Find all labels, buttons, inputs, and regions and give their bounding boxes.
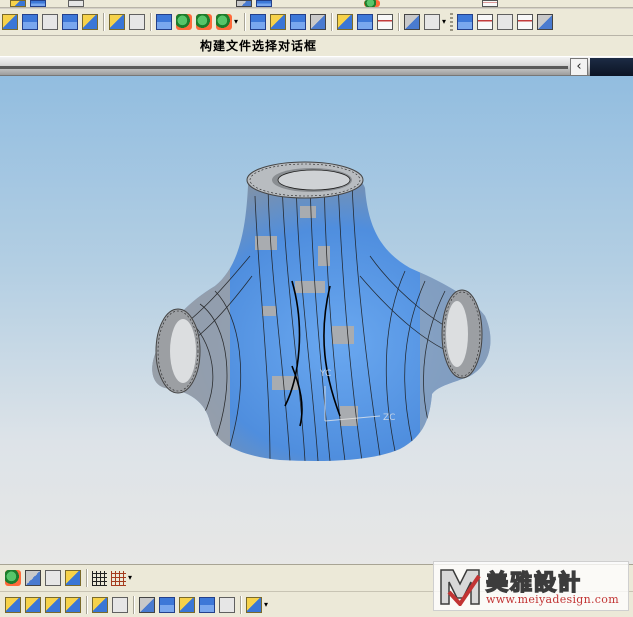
filter-icon[interactable]	[45, 570, 61, 586]
sheet-view-icon[interactable]	[517, 14, 533, 30]
grid-icon[interactable]	[92, 570, 107, 586]
nx-window: ▾ ▾ 构建文件选择对话框 ‹ ZC YC ▾ ▾ 美雅設計 www.meiya…	[0, 0, 633, 617]
toolbar-separator	[398, 13, 399, 31]
vase-left-opening[interactable]	[155, 308, 201, 394]
toolbar-separator	[244, 13, 245, 31]
toolbar-separator	[150, 13, 151, 31]
dropdown-arrow-icon[interactable]: ▾	[442, 18, 449, 26]
graphics-viewport[interactable]: ZC YC	[0, 76, 633, 564]
save-icon[interactable]	[22, 14, 38, 30]
title-strip-line	[0, 66, 568, 69]
partial-icon[interactable]	[30, 0, 46, 7]
snap-icon[interactable]	[25, 570, 41, 586]
partial-icon[interactable]	[256, 0, 272, 7]
file-open-icon[interactable]	[2, 14, 18, 30]
rotate-icon[interactable]	[497, 14, 513, 30]
brand-watermark: 美雅設計 www.meiyadesign.com	[433, 561, 629, 611]
partial-icon[interactable]	[236, 0, 252, 7]
view-b-icon[interactable]	[159, 596, 175, 613]
view-d-icon[interactable]	[199, 596, 215, 613]
toolbar-separator	[331, 13, 332, 31]
toolbar-separator	[86, 569, 87, 587]
layer-icon[interactable]	[62, 14, 78, 30]
toolbar-separator	[240, 595, 241, 614]
vase-model[interactable]: ZC YC	[0, 76, 633, 564]
partial-icon[interactable]	[364, 0, 380, 7]
feature-icon[interactable]	[156, 14, 172, 30]
analysis-icon[interactable]	[310, 14, 326, 30]
feature-b-icon[interactable]	[25, 596, 41, 613]
partial-icon[interactable]	[68, 0, 84, 7]
display-icon[interactable]	[404, 14, 420, 30]
dropdown-arrow-icon[interactable]: ▾	[234, 18, 241, 26]
partial-icon[interactable]	[10, 0, 26, 7]
box-icon[interactable]	[82, 14, 98, 30]
render-icon[interactable]	[337, 14, 353, 30]
solid-icon[interactable]	[129, 14, 145, 30]
datum-icon[interactable]	[196, 14, 212, 30]
toolbar-separator	[133, 595, 134, 614]
feature-d-icon[interactable]	[65, 596, 81, 613]
orient-icon[interactable]	[477, 14, 493, 30]
wcs-icon[interactable]	[457, 14, 473, 30]
collapse-button[interactable]: ‹	[570, 58, 588, 76]
feature-c-icon[interactable]	[45, 596, 61, 613]
shade-icon[interactable]	[424, 14, 440, 30]
toolbar-separator	[86, 595, 87, 614]
view-icon[interactable]	[357, 14, 373, 30]
feature-f-icon[interactable]	[112, 596, 128, 613]
book-icon[interactable]	[42, 14, 58, 30]
vase-top-opening[interactable]	[246, 161, 364, 199]
dropdown-arrow-icon[interactable]: ▾	[264, 600, 271, 609]
tools-icon[interactable]	[216, 14, 232, 30]
partial-icon[interactable]	[482, 0, 498, 7]
main-toolbar: ▾ ▾	[0, 9, 633, 36]
toolbar-top-partial	[0, 0, 633, 8]
toolbar-separator	[103, 13, 104, 31]
feature-e-icon[interactable]	[92, 596, 108, 613]
arrow-down-icon[interactable]	[246, 596, 262, 613]
select-icon[interactable]	[5, 570, 21, 586]
measure-icon[interactable]	[290, 14, 306, 30]
info-icon[interactable]	[219, 596, 235, 613]
toolbar-grip[interactable]	[450, 13, 453, 31]
dropdown-arrow-icon[interactable]: ▾	[128, 574, 135, 582]
triad-yc-label: YC	[319, 369, 331, 379]
surface-icon[interactable]	[270, 14, 286, 30]
triad-zc-label: ZC	[383, 413, 395, 423]
sketch-icon[interactable]	[176, 14, 192, 30]
view-c-icon[interactable]	[179, 596, 195, 613]
dialog-label: 构建文件选择对话框	[200, 39, 318, 53]
grid-alt-icon[interactable]	[111, 570, 126, 586]
watermark-url: www.meiyadesign.com	[486, 593, 619, 606]
vase-right-opening[interactable]	[441, 289, 483, 379]
blend-icon[interactable]	[250, 14, 266, 30]
title-strip-dark-end	[590, 58, 633, 76]
view-a-icon[interactable]	[139, 596, 155, 613]
sheet-icon[interactable]	[109, 14, 125, 30]
csys-icon[interactable]	[537, 14, 553, 30]
feature-a-icon[interactable]	[5, 596, 21, 613]
camera-icon[interactable]	[377, 14, 393, 30]
meiya-logo-icon	[440, 569, 481, 606]
point-icon[interactable]	[65, 570, 81, 586]
